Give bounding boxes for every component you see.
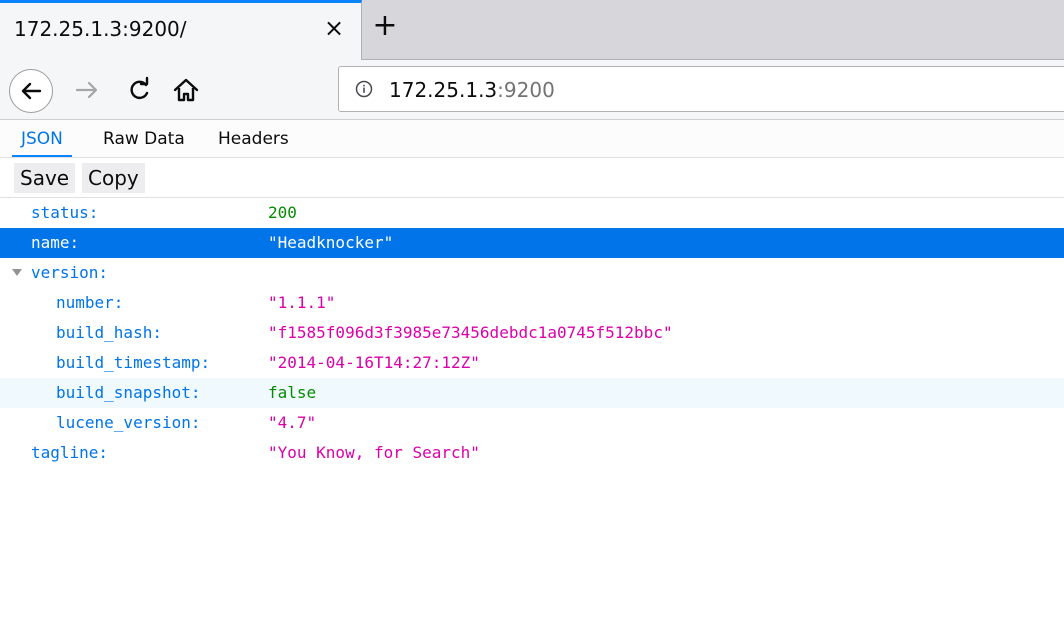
json-key: name: bbox=[31, 233, 80, 252]
new-tab-button[interactable]: + bbox=[368, 10, 402, 44]
tree-row-tagline[interactable]: tagline: "You Know, for Search" bbox=[0, 438, 1064, 468]
tab-strip: 172.25.1.3:9200/ × + bbox=[0, 0, 1064, 60]
tab-raw-data[interactable]: Raw Data bbox=[103, 120, 185, 157]
nav-bar: 172.25.1.3:9200 bbox=[0, 60, 1064, 120]
back-button[interactable] bbox=[9, 69, 53, 113]
viewer-tabs: JSON Raw Data Headers bbox=[0, 120, 1064, 158]
copy-button[interactable]: Copy bbox=[82, 163, 145, 193]
json-value: "1.1.1" bbox=[268, 293, 336, 312]
viewer-toolbar: Save Copy bbox=[0, 158, 1064, 198]
tab-headers[interactable]: Headers bbox=[218, 120, 289, 157]
home-icon bbox=[173, 78, 199, 102]
tree-row-number[interactable]: number: "1.1.1" bbox=[0, 288, 1064, 318]
tab-json[interactable]: JSON bbox=[12, 120, 72, 157]
home-button[interactable] bbox=[171, 75, 201, 105]
url-host: 172.25.1.3 bbox=[389, 78, 498, 102]
expand-triangle-icon[interactable] bbox=[12, 269, 22, 276]
json-value: "You Know, for Search" bbox=[268, 443, 480, 462]
url-bar[interactable]: 172.25.1.3:9200 bbox=[338, 66, 1064, 112]
json-value: "f1585f096d3f3985e73456debdc1a0745f512bb… bbox=[268, 323, 673, 342]
json-key: status: bbox=[31, 203, 99, 222]
json-value: "4.7" bbox=[268, 413, 317, 432]
reload-icon bbox=[130, 76, 149, 100]
json-value: "2014-04-16T14:27:12Z" bbox=[268, 353, 480, 372]
tab-title: 172.25.1.3:9200/ bbox=[14, 17, 187, 41]
tree-row-lucene-version[interactable]: lucene_version: "4.7" bbox=[0, 408, 1064, 438]
json-key: tagline: bbox=[31, 443, 109, 462]
browser-tab[interactable]: 172.25.1.3:9200/ × bbox=[0, 0, 362, 60]
json-key: build_hash: bbox=[56, 323, 162, 342]
json-value: false bbox=[268, 383, 317, 402]
tree-row-status[interactable]: status: 200 bbox=[0, 198, 1064, 228]
info-icon[interactable] bbox=[355, 80, 373, 98]
json-key: number: bbox=[56, 293, 124, 312]
json-value: 200 bbox=[268, 203, 297, 222]
url-text: 172.25.1.3:9200 bbox=[389, 78, 555, 102]
url-port: :9200 bbox=[497, 78, 555, 102]
tree-row-build-snapshot[interactable]: build_snapshot: false bbox=[0, 378, 1064, 408]
json-key: version: bbox=[31, 263, 109, 282]
close-tab-icon[interactable]: × bbox=[319, 13, 349, 43]
tree-row-build-timestamp[interactable]: build_timestamp: "2014-04-16T14:27:12Z" bbox=[0, 348, 1064, 378]
json-key: lucene_version: bbox=[56, 413, 201, 432]
arrow-right-icon bbox=[75, 81, 98, 99]
arrow-left-icon bbox=[21, 82, 42, 100]
tree-row-version[interactable]: version: bbox=[0, 258, 1064, 288]
forward-button[interactable] bbox=[72, 75, 102, 105]
json-value: "Headknocker" bbox=[268, 233, 394, 252]
json-key: build_timestamp: bbox=[56, 353, 211, 372]
reload-button[interactable] bbox=[124, 75, 154, 105]
save-button[interactable]: Save bbox=[14, 163, 76, 193]
json-key: build_snapshot: bbox=[56, 383, 201, 402]
tree-row-build-hash[interactable]: build_hash: "f1585f096d3f3985e73456debdc… bbox=[0, 318, 1064, 348]
tree-row-name[interactable]: name: "Headknocker" bbox=[0, 228, 1064, 258]
json-tree: status: 200 name: "Headknocker" version:… bbox=[0, 198, 1064, 468]
